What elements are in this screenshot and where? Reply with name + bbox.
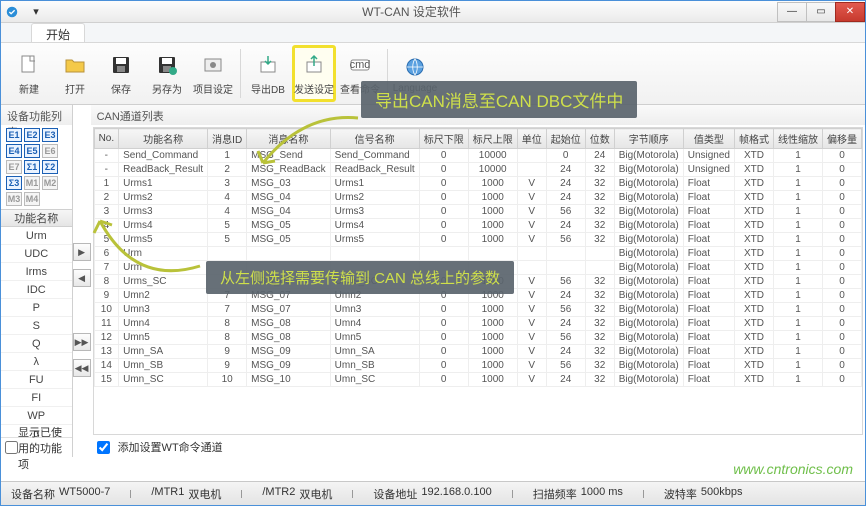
table-row[interactable]: 14Umn_SB9MSG_09Umn_SB01000V5632Big(Motor… xyxy=(94,359,861,373)
element-E7[interactable]: E7 xyxy=(6,160,22,174)
arrow-top-icon xyxy=(243,113,363,173)
element-M2[interactable]: M2 xyxy=(42,176,58,190)
element-M3[interactable]: M3 xyxy=(6,192,22,206)
column-header[interactable]: 字节顺序 xyxy=(614,129,683,149)
element-E2[interactable]: E2 xyxy=(24,128,40,142)
column-header[interactable]: 线性缩放 xyxy=(774,129,823,149)
window-title: WT-CAN 设定软件 xyxy=(45,3,778,20)
watermark: www.cntronics.com xyxy=(733,461,853,477)
table-row[interactable]: -Send_Command1MSG_SendSend_Command010000… xyxy=(94,149,861,163)
table-row[interactable]: 11Umn48MSG_08Umn401000V2432Big(Motorola)… xyxy=(94,317,861,331)
table-row[interactable]: 1Urms13MSG_03Urms101000V2432Big(Motorola… xyxy=(94,177,861,191)
element-Σ1[interactable]: Σ1 xyxy=(24,160,40,174)
list-item[interactable]: λ xyxy=(1,353,72,371)
column-header[interactable]: 标尺下限 xyxy=(419,129,468,149)
system-menu-icon[interactable] xyxy=(1,1,23,23)
column-header[interactable]: 消息ID xyxy=(208,129,247,149)
list-item[interactable]: P xyxy=(1,299,72,317)
qat-dropdown-icon[interactable]: ▾ xyxy=(27,3,45,21)
table-row[interactable]: 3Urms34MSG_04Urms301000V5632Big(Motorola… xyxy=(94,205,861,219)
list-item[interactable]: Urm xyxy=(1,227,72,245)
annotation-export: 导出CAN消息至CAN DBC文件中 xyxy=(361,81,637,118)
add-wt-command-checkbox[interactable] xyxy=(97,441,110,454)
remove-all-button[interactable]: ◀◀ xyxy=(73,359,91,377)
element-E4[interactable]: E4 xyxy=(6,144,22,158)
list-item[interactable]: Q xyxy=(1,335,72,353)
globe-icon xyxy=(402,54,428,80)
device-function-panel: 设备功能列表 E1E2E3 E4E5E6 E7Σ1Σ2 Σ3M1M2 M3M4 功能名称… xyxy=(1,105,73,457)
table-row[interactable]: 5Urms55MSG_05Urms501000V5632Big(Motorola… xyxy=(94,233,861,247)
minimize-button[interactable]: — xyxy=(777,2,807,22)
element-M4[interactable]: M4 xyxy=(24,192,40,206)
list-item[interactable]: IDC xyxy=(1,281,72,299)
arrow-left-icon xyxy=(85,211,205,291)
table-row[interactable]: -ReadBack_Result2MSG_ReadBackReadBack_Re… xyxy=(94,163,861,177)
list-item[interactable]: Irms xyxy=(1,263,72,281)
element-E1[interactable]: E1 xyxy=(6,128,22,142)
table-row[interactable]: 15Umn_SC10MSG_10Umn_SC01000V2432Big(Moto… xyxy=(94,373,861,387)
table-row[interactable]: 10Umn37MSG_07Umn301000V5632Big(Motorola)… xyxy=(94,303,861,317)
close-button[interactable]: ✕ xyxy=(835,2,865,22)
element-E5[interactable]: E5 xyxy=(24,144,40,158)
function-list[interactable]: UrmUDCIrmsIDCPSQλFUFIWPqTimeUfndIfndPfnd… xyxy=(1,227,72,437)
column-header[interactable]: 值类型 xyxy=(683,129,734,149)
list-item[interactable]: FU xyxy=(1,371,72,389)
export-icon xyxy=(255,52,281,78)
svg-text:cmd: cmd xyxy=(350,59,371,71)
column-header[interactable]: 标尺上限 xyxy=(468,129,517,149)
table-row[interactable]: 13Umn_SA9MSG_09Umn_SA01000V2432Big(Motor… xyxy=(94,345,861,359)
status-bar: 设备名称WT5000-7 /MTR1双电机 /MTR2双电机 设备地址192.1… xyxy=(1,481,865,505)
left-pane-title: 设备功能列表 xyxy=(1,105,72,125)
saveas-icon xyxy=(154,52,180,78)
maximize-button[interactable]: ▭ xyxy=(806,2,836,22)
add-all-button[interactable]: ▶▶ xyxy=(73,333,91,351)
saveas-button[interactable]: 另存为 xyxy=(145,45,189,102)
list-item[interactable]: FI xyxy=(1,389,72,407)
file-new-icon xyxy=(16,52,42,78)
list-item[interactable]: WP xyxy=(1,407,72,425)
column-header[interactable]: 单位 xyxy=(517,129,546,149)
save-button[interactable]: 保存 xyxy=(99,45,143,102)
can-channel-table: No.功能名称消息ID消息名称信号名称标尺下限标尺上限单位起始位位数字节顺序值类… xyxy=(94,128,862,387)
element-Σ2[interactable]: Σ2 xyxy=(42,160,58,174)
table-row[interactable]: 12Umn58MSG_08Umn501000V5632Big(Motorola)… xyxy=(94,331,861,345)
annotation-select: 从左侧选择需要传输到 CAN 总线上的参数 xyxy=(206,261,514,294)
column-header[interactable]: 起始位 xyxy=(546,129,585,149)
folder-open-icon xyxy=(62,52,88,78)
column-header[interactable]: 偏移量 xyxy=(823,129,862,149)
element-E6[interactable]: E6 xyxy=(42,144,58,158)
title-bar: ▾ WT-CAN 设定软件 — ▭ ✕ xyxy=(1,1,865,23)
add-wt-command-row: 添加设置WT命令通道 xyxy=(91,437,865,457)
column-header[interactable]: 位数 xyxy=(585,129,614,149)
send-icon xyxy=(301,52,327,78)
element-Σ3[interactable]: Σ3 xyxy=(6,176,22,190)
open-button[interactable]: 打开 xyxy=(53,45,97,102)
list-item[interactable]: UDC xyxy=(1,245,72,263)
tab-start[interactable]: 开始 xyxy=(31,23,85,42)
save-icon xyxy=(108,52,134,78)
function-name-header: 功能名称 xyxy=(1,209,72,227)
show-used-checkbox-row: 显示已使用的功能项 xyxy=(1,437,72,457)
settings-icon xyxy=(200,52,226,78)
send-settings-button[interactable]: 发送设定 xyxy=(292,45,336,102)
element-E3[interactable]: E3 xyxy=(42,128,58,142)
element-selector: E1E2E3 E4E5E6 E7Σ1Σ2 Σ3M1M2 M3M4 xyxy=(1,125,72,209)
table-row[interactable]: 2Urms24MSG_04Urms201000V2432Big(Motorola… xyxy=(94,191,861,205)
command-icon: cmd xyxy=(347,52,373,78)
element-M1[interactable]: M1 xyxy=(24,176,40,190)
show-used-checkbox[interactable] xyxy=(5,441,18,454)
column-header[interactable]: 功能名称 xyxy=(119,129,208,149)
table-row[interactable]: 4Urms45MSG_05Urms401000V2432Big(Motorola… xyxy=(94,219,861,233)
new-button[interactable]: 新建 xyxy=(7,45,51,102)
column-header[interactable]: 帧格式 xyxy=(735,129,774,149)
project-settings-button[interactable]: 项目设定 xyxy=(191,45,235,102)
column-header[interactable]: No. xyxy=(94,129,119,149)
ribbon-tabstrip: 开始 xyxy=(1,23,865,43)
list-item[interactable]: S xyxy=(1,317,72,335)
export-db-button[interactable]: 导出DB xyxy=(246,45,290,102)
table-row[interactable]: 6UrmBig(Motorola)FloatXTD10 xyxy=(94,247,861,261)
